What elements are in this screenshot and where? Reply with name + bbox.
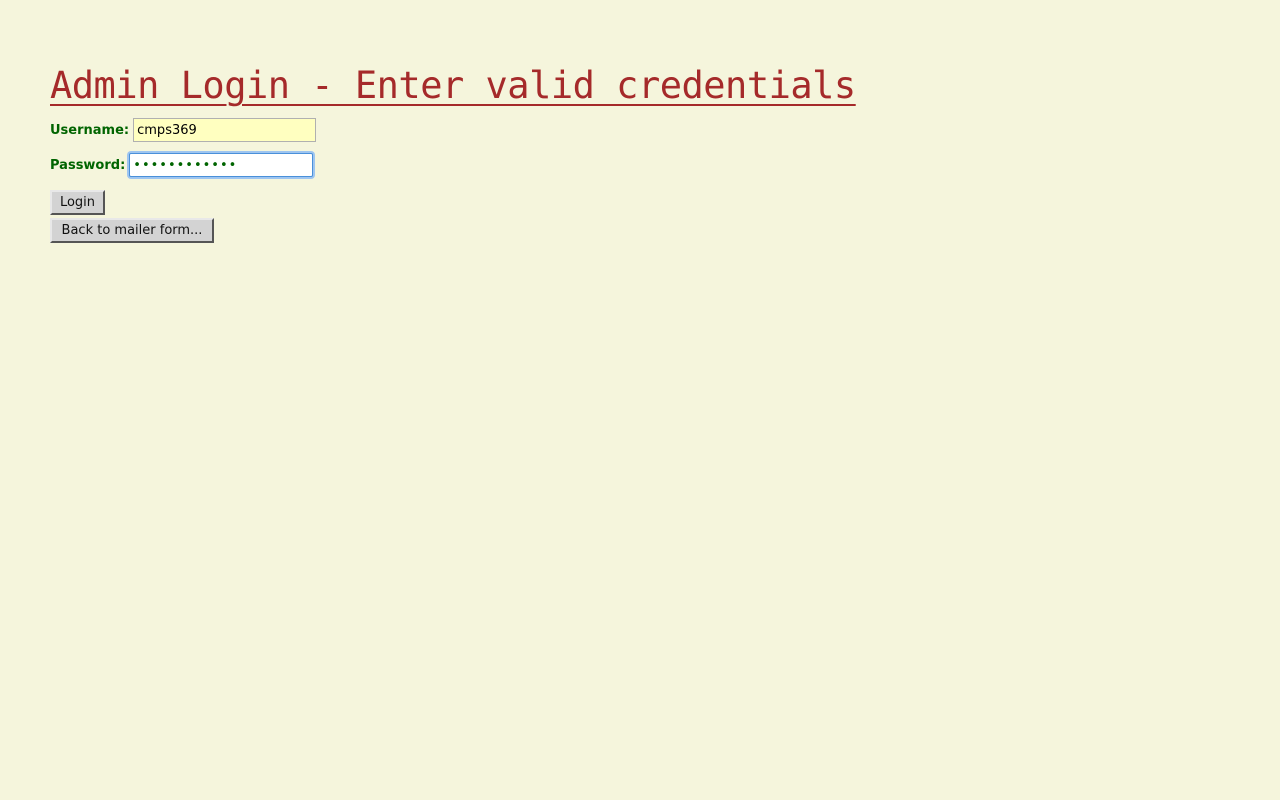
page-title: Admin Login - Enter valid credentials (50, 64, 856, 107)
password-label: Password: (50, 157, 126, 173)
username-label: Username: (50, 122, 130, 138)
login-button[interactable]: Login (50, 190, 105, 215)
password-row: Password: (50, 153, 314, 177)
password-input[interactable] (129, 153, 314, 177)
username-row: Username: (50, 118, 317, 142)
username-input[interactable] (133, 118, 317, 142)
back-to-mailer-button[interactable]: Back to mailer form... (50, 218, 214, 243)
